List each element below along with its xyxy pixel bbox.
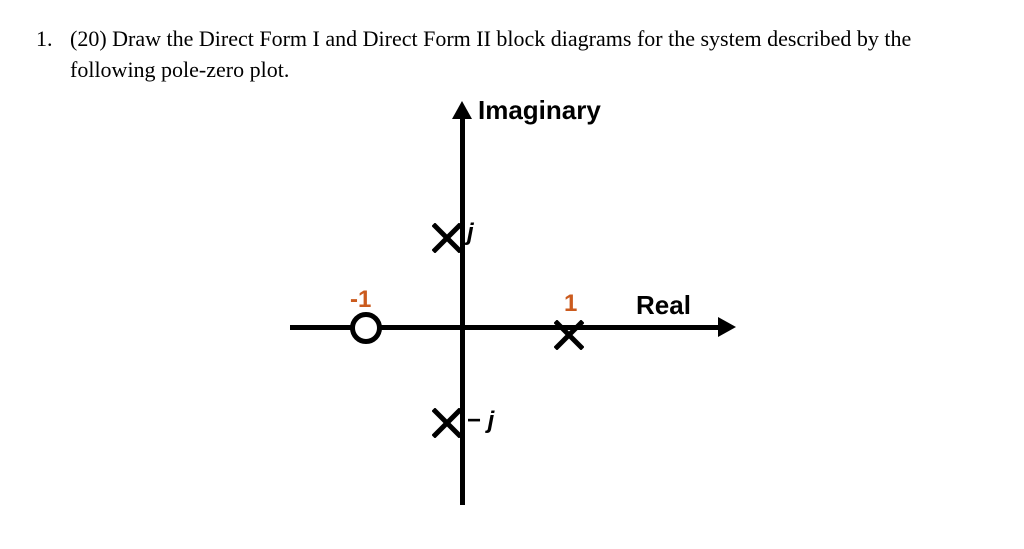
pole-cross-icon — [432, 408, 462, 438]
imaginary-axis-label: Imaginary — [478, 95, 601, 126]
zero-circle-icon — [350, 312, 382, 344]
tick-label-pos1: 1 — [564, 290, 577, 318]
imaginary-axis — [460, 115, 465, 505]
negj-j: j — [481, 407, 494, 434]
question-number: 1. — [36, 24, 70, 86]
arrow-up-icon — [452, 101, 472, 119]
question-body: (20) Draw the Direct Form I and Direct F… — [70, 24, 988, 86]
real-axis-label: Real — [636, 290, 691, 321]
pole-marker-1 — [554, 320, 584, 350]
pole-cross-icon — [554, 320, 584, 350]
tick-label-j: j — [467, 219, 474, 247]
question-points: (20) — [70, 26, 107, 51]
pole-marker-negj — [432, 408, 462, 438]
question-prompt: Draw the Direct Form I and Direct Form I… — [70, 26, 911, 82]
zero-marker-neg1 — [350, 312, 382, 344]
tick-label-neg1: -1 — [350, 286, 371, 314]
question-text: 1. (20) Draw the Direct Form I and Direc… — [36, 24, 988, 86]
pole-cross-icon — [432, 223, 462, 253]
negj-minus: − — [467, 407, 481, 434]
arrow-right-icon — [718, 317, 736, 337]
tick-label-negj: − j — [467, 407, 494, 435]
pole-marker-j — [432, 223, 462, 253]
pole-zero-plot: Imaginary Real -1 1 j − j — [290, 95, 750, 515]
